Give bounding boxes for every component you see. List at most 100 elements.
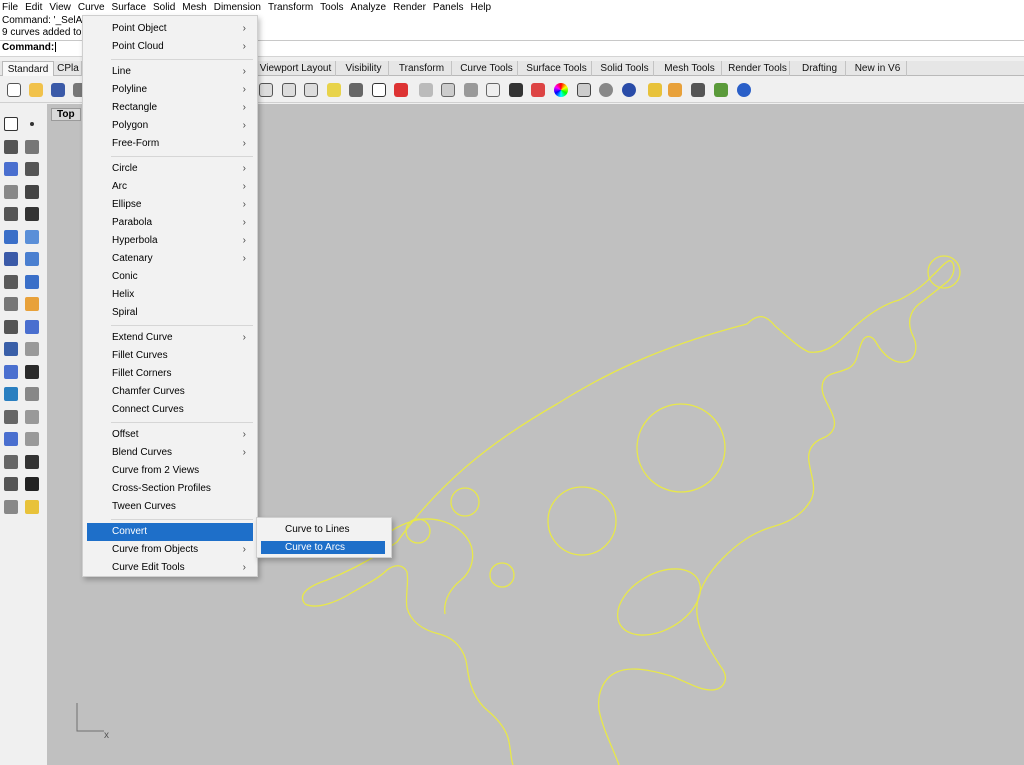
select-icon[interactable] [461,80,480,99]
menu-tools[interactable]: Tools [317,0,347,15]
mesh-icon[interactable] [1,294,21,314]
grid-icon[interactable] [1,452,21,472]
dimension-icon[interactable] [1,384,21,404]
blend-icon[interactable] [1,497,21,517]
color-wheel-icon[interactable] [551,80,570,99]
box-solid-icon[interactable] [1,249,21,269]
menu-mesh[interactable]: Mesh [179,0,210,15]
layer-icon[interactable] [528,80,547,99]
car-render-icon[interactable] [391,80,410,99]
lock-icon[interactable] [506,80,525,99]
patch-icon[interactable] [1,474,21,494]
tab-curve-tools[interactable]: Curve Tools [456,61,518,76]
menu-item-extend-curve[interactable]: Extend Curve › [87,329,253,347]
menu-item-arc[interactable]: Arc › [87,178,253,196]
open-file-icon[interactable] [26,80,45,99]
explode-icon[interactable] [22,294,42,314]
menu-file[interactable]: File [0,0,22,15]
menu-item-convert[interactable]: Convert [87,523,253,541]
arc-icon[interactable] [22,159,42,179]
menu-curve[interactable]: Curve [74,0,109,15]
submenu-item-curve-to-lines[interactable]: Curve to Lines [261,523,385,536]
menu-item-curve-from-2-views[interactable]: Curve from 2 Views [87,462,253,480]
menu-item-helix[interactable]: Helix [87,286,253,304]
shaded-sphere-icon[interactable] [596,80,615,99]
new-file-icon[interactable] [4,80,23,99]
free-curve-icon[interactable] [1,204,21,224]
surface-corner-icon[interactable] [1,227,21,247]
curve-point-icon[interactable] [22,137,42,157]
menu-item-fillet-corners[interactable]: Fillet Corners [87,365,253,383]
four-viewports-icon[interactable] [369,80,388,99]
lightbulb-icon[interactable] [483,80,502,99]
cylinder-icon[interactable] [1,272,21,292]
point-icon[interactable] [22,114,42,134]
layout-icon[interactable] [22,429,42,449]
circle-icon[interactable] [1,159,21,179]
rendered-sphere-icon[interactable] [619,80,638,99]
help-icon[interactable] [734,80,753,99]
menu-item-point-cloud[interactable]: Point Cloud › [87,38,253,56]
tab-standard[interactable]: Standard [2,61,54,76]
gear-icon[interactable] [665,80,684,99]
menu-item-line[interactable]: Line › [87,63,253,81]
menu-analyze[interactable]: Analyze [348,0,391,15]
zoom-in-icon[interactable] [256,80,275,99]
menu-item-chamfer-curves[interactable]: Chamfer Curves [87,383,253,401]
named-view-icon[interactable] [416,80,435,99]
tab-transform[interactable]: Transform [392,61,452,76]
dims-icon[interactable] [688,80,707,99]
menu-view[interactable]: View [46,0,75,15]
menu-item-conic[interactable]: Conic [87,268,253,286]
text-dot-icon[interactable] [22,384,42,404]
menu-item-rectangle[interactable]: Rectangle › [87,99,253,117]
extrude-icon[interactable] [22,272,42,292]
menu-item-free-form[interactable]: Free-Form › [87,135,253,153]
boolean-union-icon[interactable] [1,339,21,359]
options-icon[interactable] [645,80,664,99]
menu-item-blend-curves[interactable]: Blend Curves › [87,444,253,462]
save-icon[interactable] [48,80,67,99]
zoom-extents-icon[interactable] [301,80,320,99]
menu-item-point-object[interactable]: Point Object › [87,20,253,38]
rebuild-icon[interactable] [1,362,21,382]
menu-solid[interactable]: Solid [150,0,179,15]
tab-cpla[interactable]: CPla [55,61,82,76]
menu-item-polyline[interactable]: Polyline › [87,81,253,99]
submenu-item-curve-to-arcs[interactable]: Curve to Arcs [261,541,385,554]
viewport-title-tab[interactable]: Top [51,108,81,121]
block-icon[interactable] [1,429,21,449]
menu-item-spiral[interactable]: Spiral [87,304,253,322]
tab-mesh-tools[interactable]: Mesh Tools [658,61,722,76]
tab-render-tools[interactable]: Render Tools [726,61,790,76]
menu-help[interactable]: Help [468,0,496,15]
menu-item-hyperbola[interactable]: Hyperbola › [87,232,253,250]
menu-item-connect-curves[interactable]: Connect Curves [87,401,253,419]
zoom-selected-icon[interactable] [324,80,343,99]
surface-edge-icon[interactable] [22,227,42,247]
set-cplane-icon[interactable] [438,80,457,99]
tab-visibility[interactable]: Visibility [339,61,389,76]
wireframe-icon[interactable] [574,80,593,99]
grasshopper-icon[interactable] [711,80,730,99]
fillet-icon[interactable] [22,204,42,224]
polygon-icon[interactable] [1,182,21,202]
menu-item-fillet-curves[interactable]: Fillet Curves [87,347,253,365]
menu-panels[interactable]: Panels [430,0,468,15]
mirror-icon[interactable] [22,497,42,517]
menu-item-cross-section-profiles[interactable]: Cross-Section Profiles [87,480,253,498]
sphere-solid-icon[interactable] [22,249,42,269]
menu-item-tween-curves[interactable]: Tween Curves [87,498,253,516]
split-icon[interactable] [22,317,42,337]
menu-item-offset[interactable]: Offset › [87,426,253,444]
zoom-window-icon[interactable] [279,80,298,99]
menu-surface[interactable]: Surface [109,0,150,15]
menu-dimension[interactable]: Dimension [211,0,265,15]
group-icon[interactable] [22,407,42,427]
align-icon[interactable] [22,452,42,472]
rotate-view-icon[interactable] [346,80,365,99]
polyline-icon[interactable] [1,137,21,157]
select-arrow-icon[interactable] [1,114,21,134]
rectangle-icon[interactable] [22,182,42,202]
menu-transform[interactable]: Transform [265,0,317,15]
